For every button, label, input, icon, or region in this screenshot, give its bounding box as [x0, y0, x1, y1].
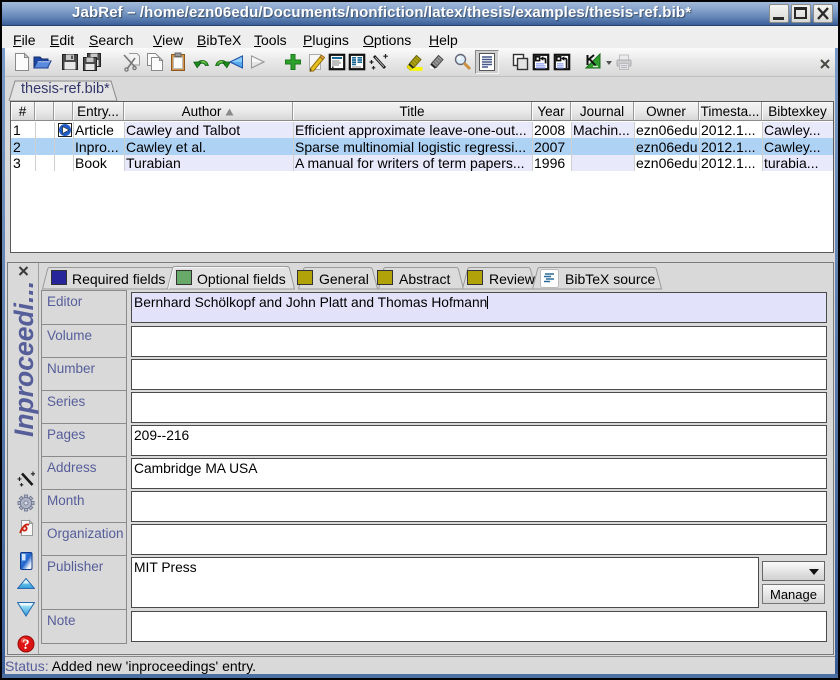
- svg-text:?: ?: [22, 637, 29, 653]
